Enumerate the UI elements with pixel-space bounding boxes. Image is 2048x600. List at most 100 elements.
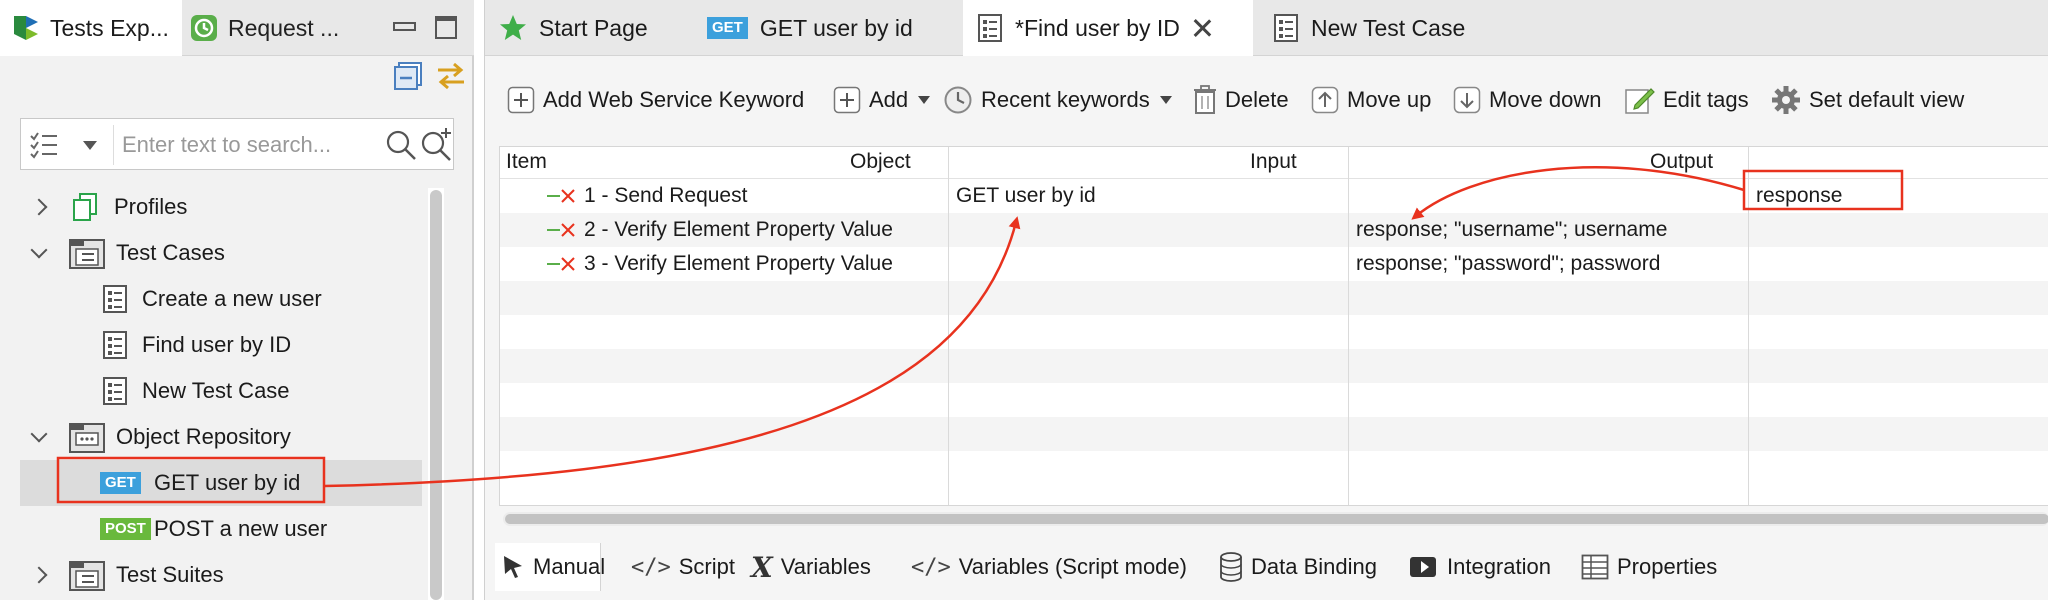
tests-explorer-panel: Tests Exp... Request ... Enter text to s… (0, 0, 474, 600)
cell-output[interactable]: response (1756, 179, 1842, 213)
tab-data-binding[interactable]: Data Binding (1219, 543, 1377, 591)
tab-integration[interactable]: Integration (1409, 543, 1551, 591)
advanced-search-icon[interactable] (419, 127, 453, 161)
step-status-icon (547, 257, 575, 271)
test-steps-table: Item Object Input Output 1 - Send Reques… (499, 146, 2048, 506)
folder-object-repository-icon (69, 423, 105, 453)
arrow-up-icon (1311, 86, 1339, 114)
tab-tests-explorer[interactable]: Tests Exp... (0, 0, 182, 56)
minimize-button[interactable] (392, 14, 416, 36)
maximize-button[interactable] (434, 14, 457, 39)
tree-item-test-cases[interactable]: Test Cases (20, 230, 422, 276)
table-row[interactable]: 1 - Send Request GET user by id response (500, 179, 2048, 213)
column-header-output[interactable]: Output (1646, 147, 1946, 179)
plus-box-icon (507, 86, 535, 114)
empty-row (500, 349, 2048, 383)
tab-request-history[interactable]: Request ... (186, 0, 366, 56)
collapse-all-icon[interactable] (392, 60, 424, 92)
tree-item-post-a-new-user[interactable]: POST POST a new user (20, 506, 422, 552)
tree-item-get-user-by-id[interactable]: GET GET user by id (20, 460, 422, 506)
add-button[interactable]: Add (833, 76, 931, 124)
tab-label: New Test Case (1311, 14, 1466, 41)
tree-item-profiles[interactable]: Profiles (20, 184, 422, 230)
column-divider[interactable] (1748, 147, 1749, 505)
empty-row (500, 383, 2048, 417)
cell-input[interactable]: response; "username"; username (1356, 213, 1667, 247)
move-up-button[interactable]: Move up (1311, 76, 1431, 124)
table-row[interactable]: 2 - Verify Element Property Value respon… (500, 213, 2048, 247)
tree-label: Find user by ID (142, 332, 292, 357)
column-header-input[interactable]: Input (1246, 147, 1546, 179)
tab-start-page[interactable]: Start Page (495, 0, 691, 56)
search-icon[interactable] (385, 129, 417, 161)
close-tab-icon[interactable] (1192, 18, 1212, 38)
recent-keywords-button[interactable]: Recent keywords (943, 76, 1172, 124)
tab-label: Script (678, 554, 735, 579)
expand-chevron-icon[interactable] (30, 567, 46, 583)
tree-item-create-a-new-user[interactable]: Create a new user (20, 276, 422, 322)
history-clock-icon (944, 86, 972, 114)
table-horizontal-scrollbar[interactable] (503, 512, 2048, 526)
column-header-object[interactable]: Object (846, 147, 1146, 179)
edit-tags-button[interactable]: Edit tags (1625, 76, 1749, 124)
move-down-button[interactable]: Move down (1453, 76, 1602, 124)
scrollbar-thumb[interactable] (505, 514, 2048, 524)
editor-tab-bar: Start Page GET GET user by id *Find user… (485, 0, 2048, 56)
cell-input[interactable]: response; "password"; password (1356, 247, 1660, 281)
tab-find-user-by-id[interactable]: *Find user by ID (963, 0, 1253, 56)
properties-table-icon (1581, 554, 1609, 580)
tab-variables-script-mode[interactable]: </> Variables (Script mode) (911, 543, 1187, 591)
toolbar-label: Move down (1489, 87, 1602, 112)
filter-list-icon[interactable] (29, 131, 59, 159)
column-header-item[interactable]: Item (502, 147, 832, 179)
arrow-down-icon (1453, 86, 1481, 114)
tree-item-new-test-case[interactable]: New Test Case (20, 368, 422, 414)
tab-variables[interactable]: X Variables (751, 543, 871, 591)
star-icon (500, 15, 526, 40)
tab-label: GET user by id (759, 14, 913, 41)
integration-icon (1410, 557, 1436, 577)
link-with-editor-icon[interactable] (434, 60, 468, 92)
scrollbar-thumb[interactable] (430, 190, 442, 600)
filter-dropdown-caret-icon[interactable] (83, 141, 97, 150)
cell-object[interactable]: GET user by id (956, 179, 1096, 213)
tree-scrollbar[interactable] (428, 188, 444, 600)
tree-item-find-user-by-id[interactable]: Find user by ID (20, 322, 422, 368)
tree-item-object-repository[interactable]: Object Repository (20, 414, 422, 460)
add-web-service-keyword-button[interactable]: Add Web Service Keyword (507, 76, 804, 124)
expand-chevron-icon[interactable] (30, 199, 46, 215)
tab-script[interactable]: </> Script (631, 543, 735, 591)
collapse-chevron-icon[interactable] (30, 245, 46, 261)
gear-icon (1772, 86, 1800, 114)
katalon-logo-icon (14, 16, 38, 40)
cell-item: 3 - Verify Element Property Value (584, 252, 893, 275)
get-badge-icon: GET (100, 472, 141, 494)
tree-item-test-suites[interactable]: Test Suites (20, 552, 422, 598)
set-default-view-button[interactable]: Set default view (1771, 76, 1964, 124)
column-divider[interactable] (1348, 147, 1349, 505)
tab-new-test-case[interactable]: New Test Case (1265, 0, 1495, 56)
tab-manual[interactable]: Manual (495, 543, 605, 591)
editor-toolbar: Add Web Service Keyword Add Recent keywo… (485, 76, 2048, 124)
search-input[interactable] (113, 125, 373, 165)
tab-get-user-by-id[interactable]: GET GET user by id (703, 0, 943, 56)
left-tab-bar: Tests Exp... Request ... (0, 0, 474, 56)
toolbar-label: Delete (1225, 87, 1289, 112)
test-case-editor: Start Page GET GET user by id *Find user… (484, 0, 2048, 600)
tree-label: Test Suites (116, 562, 224, 587)
tree-label: Object Repository (116, 424, 291, 449)
delete-button[interactable]: Delete (1193, 76, 1289, 124)
tab-properties[interactable]: Properties (1581, 543, 1717, 591)
toolbar-label: Recent keywords (981, 87, 1150, 112)
tab-label: Properties (1617, 554, 1718, 579)
tree-label: GET user by id (154, 470, 301, 495)
toolbar-label: Move up (1347, 87, 1432, 112)
folder-test-cases-icon (69, 239, 105, 269)
table-row[interactable]: 3 - Verify Element Property Value respon… (500, 247, 2048, 281)
tab-label: *Find user by ID (1015, 14, 1180, 41)
column-divider[interactable] (948, 147, 949, 505)
tab-label: Start Page (539, 14, 648, 41)
collapse-chevron-icon[interactable] (30, 429, 46, 445)
dropdown-caret-icon (918, 96, 931, 104)
empty-row (500, 417, 2048, 451)
